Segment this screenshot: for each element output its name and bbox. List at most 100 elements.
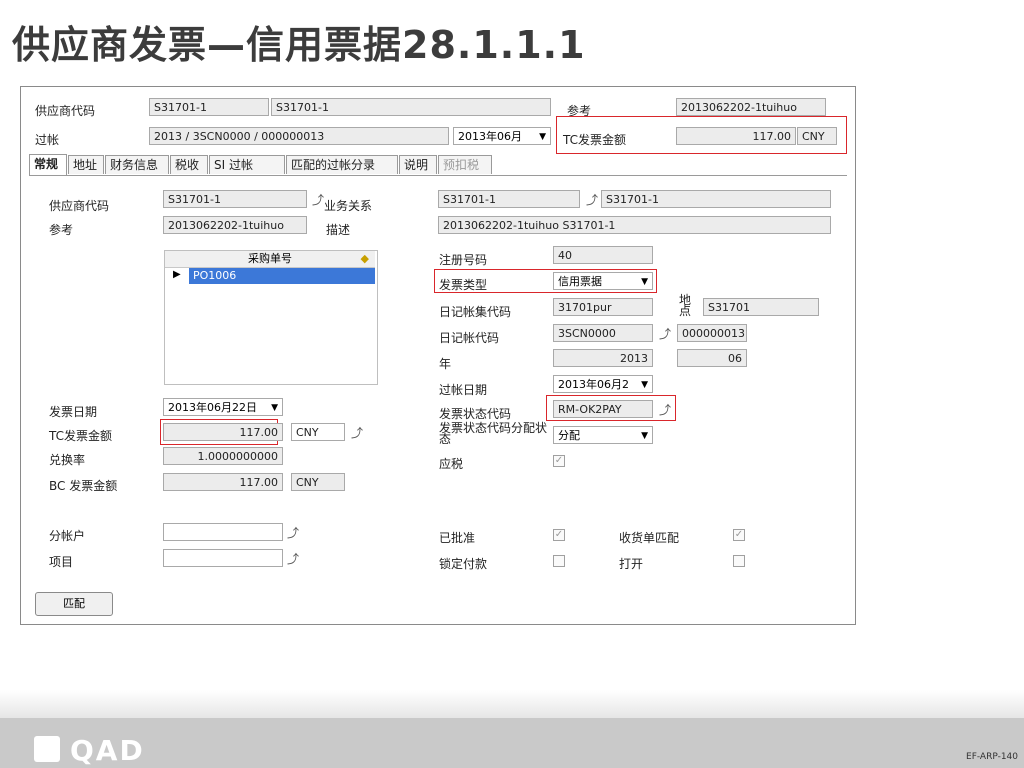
invoice-date-label: 发票日期 — [49, 405, 98, 419]
header-tc-amount-label: TC发票金额 — [563, 133, 627, 147]
supplier-code-field[interactable]: S31701-1 — [163, 190, 307, 208]
header-supplier-name-field: S31701-1 — [271, 98, 551, 116]
tab-withholding-tax[interactable]: 预扣税 — [438, 155, 492, 174]
bc-amount-field: 117.00 — [163, 473, 283, 491]
status-alloc-value: 分配 — [558, 429, 580, 442]
header-currency-field: CNY — [797, 127, 837, 145]
sub-account-label: 分帐户 — [49, 529, 86, 543]
project-label: 项目 — [49, 555, 74, 569]
header-posting-period-dropdown[interactable]: 2013年06月 ▼ — [453, 127, 551, 145]
status-alloc-label: 发票状态代码分配状态 — [439, 421, 548, 446]
footer-bar — [0, 718, 1024, 768]
qad-logo: QAD — [34, 734, 145, 767]
open-label: 打开 — [619, 557, 644, 571]
desc-field[interactable]: 2013062202-1tuihuo S31701-1 — [438, 216, 831, 234]
chevron-down-icon: ▼ — [641, 431, 648, 441]
daybook-set-label: 日记帐集代码 — [439, 305, 512, 319]
bc-amount-label: BC 发票金额 — [49, 479, 118, 493]
tab-general[interactable]: 常规 — [29, 154, 67, 175]
slide-code: EF-ARP-140 — [966, 752, 1018, 762]
supplier-code-label: 供应商代码 — [49, 199, 110, 213]
sort-icon[interactable]: ◆ — [361, 251, 369, 267]
footer-band — [0, 690, 1024, 718]
tc-currency-field[interactable]: CNY — [291, 423, 345, 441]
status-label: 发票状态代码 — [439, 407, 512, 421]
reg-no-field: 40 — [553, 246, 653, 264]
ref-field[interactable]: 2013062202-1tuihuo — [163, 216, 307, 234]
link-icon[interactable]: ⤴ — [312, 191, 324, 208]
site-label: 地点 — [679, 293, 692, 318]
header-ref-field[interactable]: 2013062202-1tuihuo — [676, 98, 826, 116]
logo-mark-icon — [34, 736, 60, 762]
site-field[interactable]: S31701 — [703, 298, 819, 316]
bc-currency-field: CNY — [291, 473, 345, 491]
po-grid-row[interactable]: PO1006 — [189, 268, 375, 284]
daybook-no-field: 000000013 — [677, 324, 747, 342]
tab-finance[interactable]: 财务信息 — [105, 155, 169, 174]
period-field: 06 — [677, 349, 747, 367]
daybook-label: 日记帐代码 — [439, 331, 500, 345]
link-icon[interactable]: ⤴ — [351, 424, 363, 441]
chevron-down-icon: ▼ — [539, 132, 546, 142]
tab-matched-posting[interactable]: 匹配的过帐分录 — [286, 155, 398, 174]
exchange-field: 1.0000000000 — [163, 447, 283, 465]
business-relation-name-field: S31701-1 — [601, 190, 831, 208]
lock-payment-label: 锁定付款 — [439, 557, 488, 571]
header-posting-period-value: 2013年06月 — [458, 130, 522, 143]
po-grid[interactable]: 采购单号 ◆ ▶ PO1006 — [164, 250, 378, 385]
status-alloc-dropdown[interactable]: 分配 ▼ — [553, 426, 653, 444]
link-icon[interactable]: ⤴ — [287, 524, 299, 541]
header-supplier-code-label: 供应商代码 — [35, 104, 96, 118]
desc-label: 描述 — [326, 223, 351, 237]
year-label: 年 — [439, 357, 452, 371]
lock-payment-checkbox[interactable] — [553, 555, 565, 567]
approved-checkbox[interactable]: ✓ — [553, 529, 565, 541]
tab-notes[interactable]: 说明 — [399, 155, 437, 174]
business-relation-label: 业务关系 — [324, 199, 373, 213]
chevron-down-icon: ▼ — [271, 403, 278, 413]
match-button[interactable]: 匹配 — [35, 592, 113, 616]
posting-date-label: 过帐日期 — [439, 383, 488, 397]
exchange-label: 兑换率 — [49, 453, 86, 467]
invoice-date-value: 2013年06月22日 — [168, 401, 257, 414]
business-relation-field[interactable]: S31701-1 — [438, 190, 580, 208]
tc-amount-field[interactable]: 117.00 — [163, 423, 283, 441]
link-icon[interactable]: ⤴ — [287, 550, 299, 567]
daybook-set-field[interactable]: 31701pur — [553, 298, 653, 316]
ref-label: 参考 — [49, 223, 74, 237]
header-posting-label: 过帐 — [35, 133, 60, 147]
receipt-match-checkbox[interactable]: ✓ — [733, 529, 745, 541]
supplier-invoice-window: 供应商代码 S31701-1 S31701-1 参考 2013062202-1t… — [20, 86, 856, 625]
taxable-checkbox[interactable]: ✓ — [553, 455, 565, 467]
row-pointer-icon: ▶ — [173, 269, 181, 280]
link-icon[interactable]: ⤴ — [659, 325, 671, 342]
header-supplier-code-field[interactable]: S31701-1 — [149, 98, 269, 116]
invoice-type-value: 信用票据 — [558, 275, 602, 288]
daybook-field[interactable]: 3SCN0000 — [553, 324, 653, 342]
sub-account-field[interactable] — [163, 523, 283, 541]
status-field[interactable]: RM-OK2PAY — [553, 400, 653, 418]
chevron-down-icon: ▼ — [641, 277, 648, 287]
link-icon[interactable]: ⤴ — [659, 401, 671, 418]
link-icon[interactable]: ⤴ — [586, 191, 598, 208]
project-field[interactable] — [163, 549, 283, 567]
tab-tax[interactable]: 税收 — [170, 155, 208, 174]
year-field: 2013 — [553, 349, 653, 367]
invoice-date-dropdown[interactable]: 2013年06月22日 ▼ — [163, 398, 283, 416]
chevron-down-icon: ▼ — [641, 380, 648, 390]
tab-si-posting[interactable]: SI 过帐 — [209, 155, 285, 174]
slide-title: 供应商发票—信用票据28.1.1.1 — [12, 23, 586, 67]
posting-date-value: 2013年06月2 — [558, 378, 629, 391]
logo-text: QAD — [70, 734, 145, 767]
tab-body — [29, 175, 847, 584]
invoice-type-dropdown[interactable]: 信用票据 ▼ — [553, 272, 653, 290]
receipt-match-label: 收货单匹配 — [619, 531, 680, 545]
header-tc-amount-field: 117.00 — [676, 127, 796, 145]
invoice-type-label: 发票类型 — [439, 278, 488, 292]
approved-label: 已批准 — [439, 531, 476, 545]
reg-no-label: 注册号码 — [439, 253, 488, 267]
tc-amount-label: TC发票金额 — [49, 429, 113, 443]
posting-date-dropdown[interactable]: 2013年06月2 ▼ — [553, 375, 653, 393]
tab-address[interactable]: 地址 — [68, 155, 104, 174]
open-checkbox[interactable] — [733, 555, 745, 567]
